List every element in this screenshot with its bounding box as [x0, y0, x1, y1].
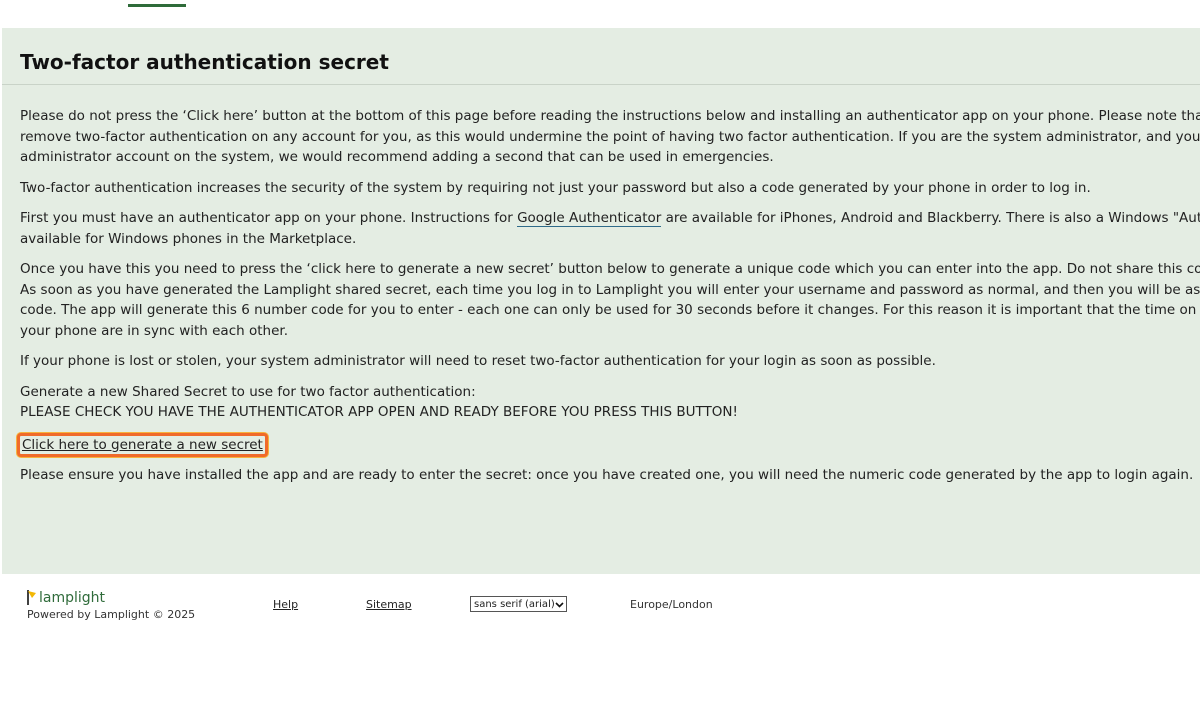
generate-paragraph: Generate a new Shared Secret to use for …: [20, 382, 1200, 423]
footer: lamplight Powered by Lamplight © 2025 He…: [0, 574, 1200, 707]
authenticator-text-before: First you must have an authenticator app…: [20, 210, 518, 226]
process-paragraph: Once you have this you need to press the…: [20, 259, 1200, 341]
security-line: Two-factor authentication increases the …: [20, 179, 1091, 196]
top-bar: [0, 0, 1200, 28]
ensure-line: Please ensure you have installed the app…: [20, 466, 1194, 483]
process-line-1: Once you have this you need to press the…: [20, 261, 1200, 277]
page-title: Two-factor authentication secret: [20, 50, 389, 74]
generate-line-1: Generate a new Shared Secret to use for …: [20, 383, 476, 400]
lost-phone-line: If your phone is lost or stolen, your sy…: [20, 353, 936, 369]
title-divider: [2, 84, 1200, 85]
help-link[interactable]: Help: [273, 598, 298, 611]
intro-line-2: remove two-factor authentication on any …: [20, 128, 1200, 145]
authenticator-line-2: available for Windows phones in the Mark…: [20, 230, 357, 247]
font-select-value: sans serif (arial): [474, 598, 555, 610]
ensure-paragraph: Please ensure you have installed the app…: [20, 465, 1200, 486]
authenticator-line-1: First you must have an authenticator app…: [20, 208, 1200, 229]
chevron-down-icon: [555, 600, 564, 609]
sitemap-link[interactable]: Sitemap: [366, 598, 412, 611]
process-line-2: As soon as you have generated the Lampli…: [20, 281, 1200, 298]
lamp-icon: [26, 588, 38, 606]
google-authenticator-link[interactable]: Google Authenticator: [517, 210, 662, 227]
lost-phone-paragraph: If your phone is lost or stolen, your sy…: [20, 351, 1200, 372]
intro-line-1: Please do not press the ‘Click here’ but…: [20, 108, 1200, 124]
generate-warning-line: PLEASE CHECK YOU HAVE THE AUTHENTICATOR …: [20, 404, 738, 420]
process-line-4: your phone are in sync with each other.: [20, 322, 288, 339]
intro-paragraph: Please do not press the ‘Click here’ but…: [20, 106, 1200, 168]
powered-by-text: Powered by Lamplight © 2025: [27, 608, 196, 621]
authenticator-text-after: are available for iPhones, Android and B…: [665, 210, 1200, 226]
process-line-3: code. The app will generate this 6 numbe…: [20, 302, 1200, 318]
lamplight-logo[interactable]: lamplight: [26, 588, 105, 606]
active-tab-indicator: [128, 4, 186, 7]
authenticator-paragraph: First you must have an authenticator app…: [20, 208, 1200, 249]
intro-line-3: administrator account on the system, we …: [20, 149, 774, 165]
generate-secret-button[interactable]: Click here to generate a new secret: [17, 432, 268, 457]
main-panel: Two-factor authentication secret Please …: [2, 28, 1200, 574]
font-family-select[interactable]: sans serif (arial): [470, 596, 567, 612]
security-paragraph: Two-factor authentication increases the …: [20, 178, 1200, 199]
instructions-content: Please do not press the ‘Click here’ but…: [17, 106, 1200, 495]
logo-text: lamplight: [39, 590, 106, 606]
timezone-label: Europe/London: [630, 598, 713, 611]
